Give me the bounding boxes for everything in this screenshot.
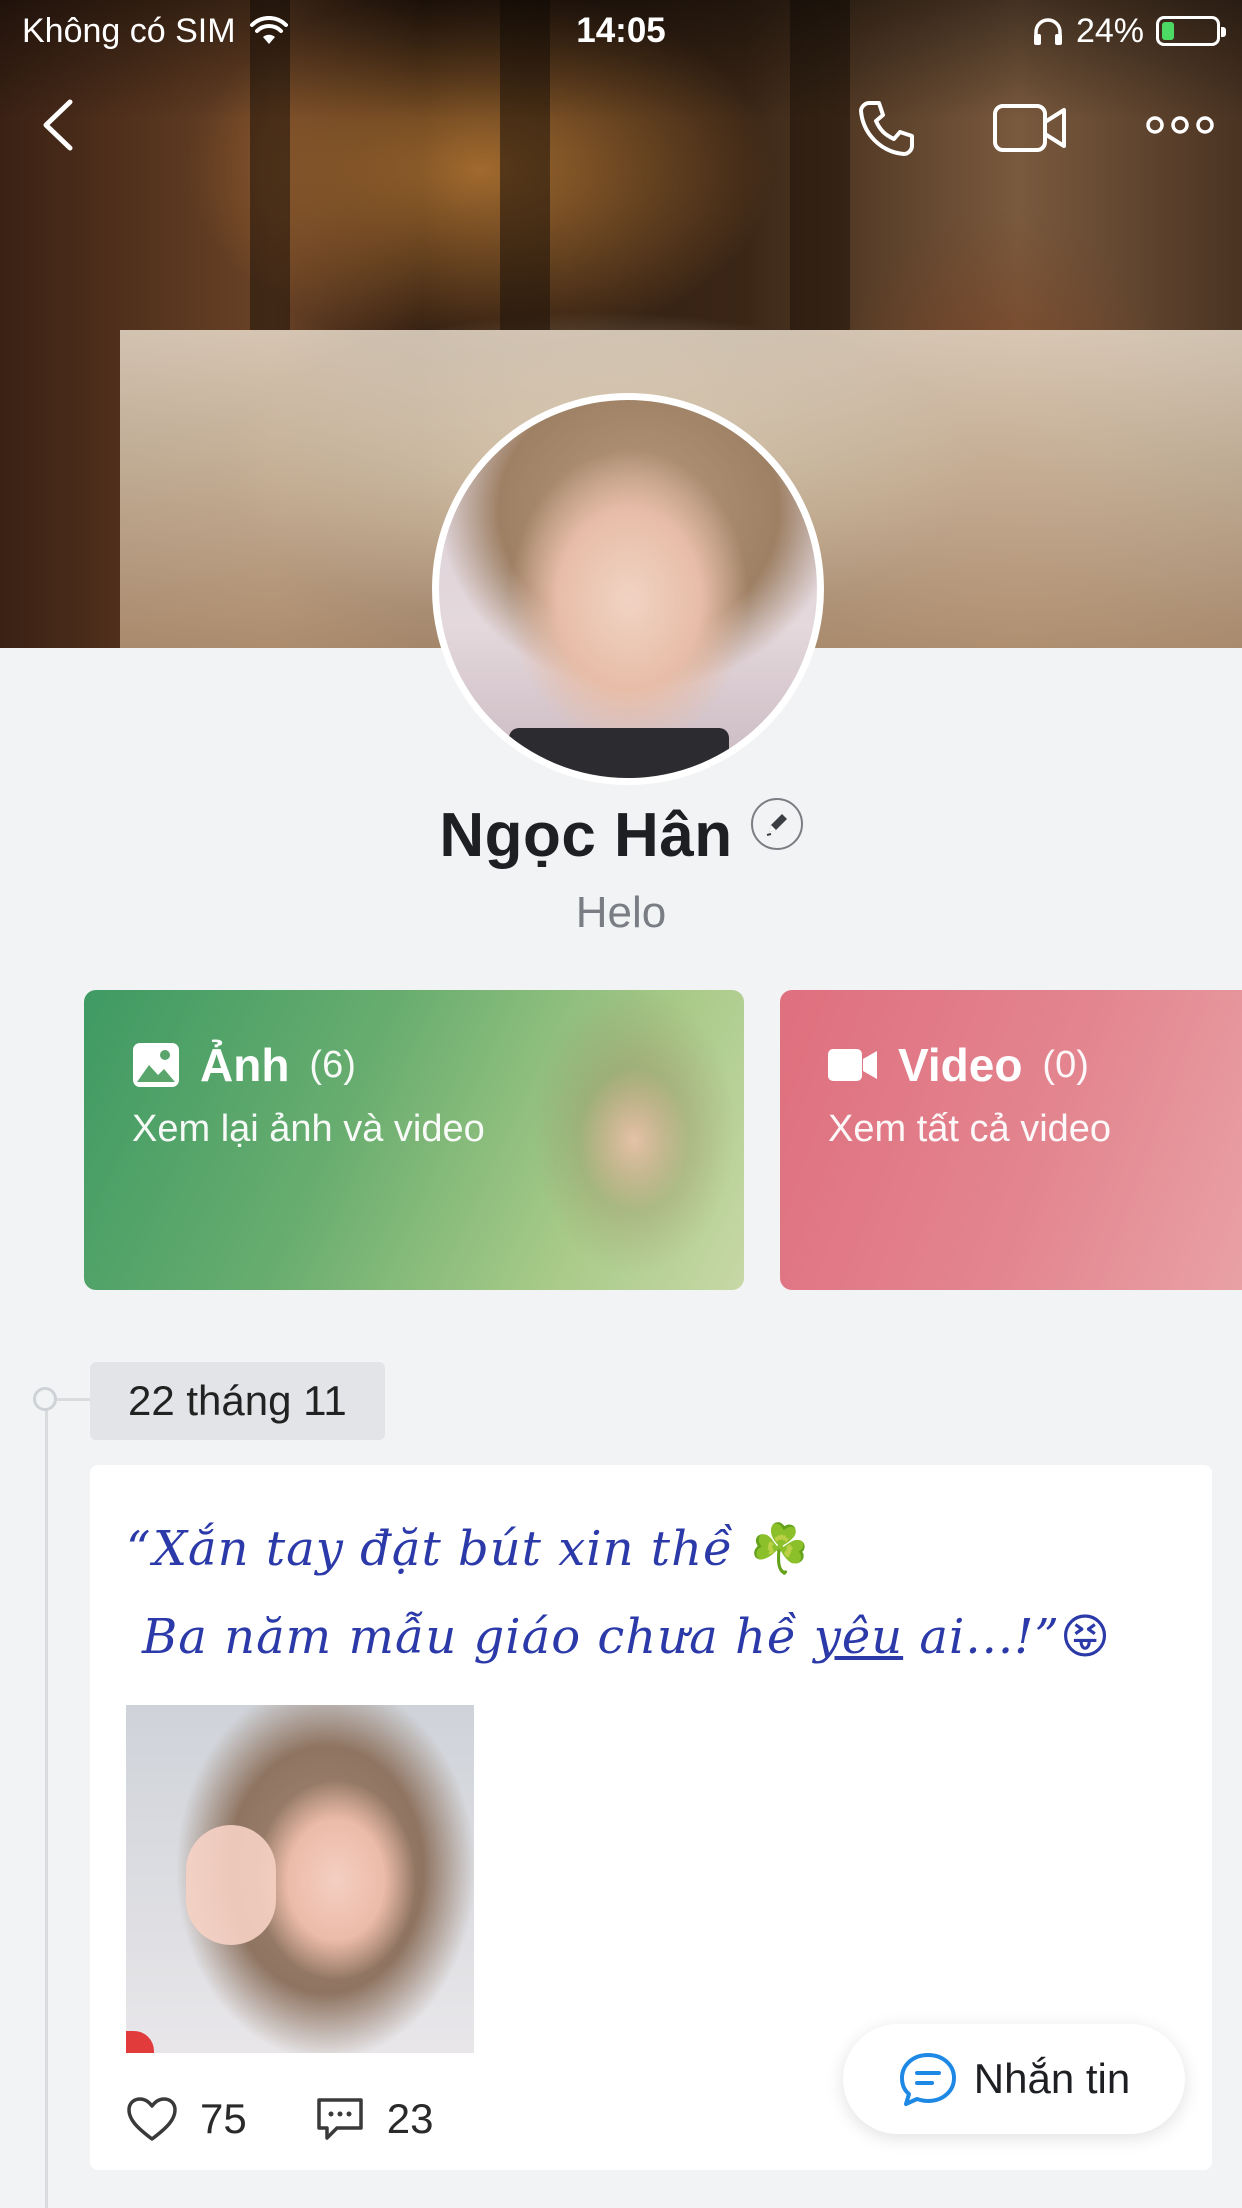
more-icon	[1146, 116, 1214, 134]
videos-card[interactable]: Video (0) Xem tất cả video	[780, 990, 1242, 1290]
post-photo-detail	[186, 1825, 276, 1945]
timeline-date: 22 tháng 11	[90, 1362, 385, 1440]
battery-icon	[1156, 16, 1226, 46]
chat-bubble-icon	[899, 2053, 956, 2106]
videos-label: Video	[898, 1039, 1023, 1091]
videos-count: (0)	[1042, 1043, 1089, 1086]
timeline-dot	[33, 1387, 57, 1411]
post-photo-detail	[126, 2031, 154, 2053]
avatar-detail	[509, 728, 729, 778]
avatar[interactable]	[432, 393, 824, 785]
videos-subtitle: Xem tất cả video	[828, 1108, 1112, 1150]
video-call-button[interactable]	[990, 92, 1070, 164]
video-icon	[828, 1049, 877, 1081]
photos-label: Ảnh	[200, 1039, 290, 1091]
heart-icon	[127, 2097, 177, 2141]
edit-name-button[interactable]	[750, 798, 803, 850]
status-bar: Không có SIM 14:05 24%	[0, 0, 1242, 62]
post-caption-underlined: yêu	[813, 1609, 904, 1665]
clock: 14:05	[576, 11, 666, 50]
post-reactions: 75 23	[126, 2095, 479, 2143]
more-button[interactable]	[1140, 100, 1220, 150]
post-photo[interactable]	[126, 1705, 474, 2053]
battery-fill	[1162, 22, 1175, 40]
back-icon	[43, 99, 73, 151]
photos-count: (6)	[309, 1043, 356, 1086]
post-caption-line: Ba năm mẫu giáo chưa hề yêu ai...!”😝	[126, 1593, 1182, 1681]
post-caption: “Xắn tay đặt bút xin thề ☘️ Ba năm mẫu g…	[126, 1505, 1182, 1681]
timeline-connector	[57, 1398, 91, 1401]
phone-icon	[859, 101, 914, 156]
photos-subtitle: Xem lại ảnh và video	[132, 1108, 485, 1150]
post-caption-text: Ba năm mẫu giáo chưa hề	[142, 1609, 814, 1665]
post-caption-line: “Xắn tay đặt bút xin thề ☘️	[126, 1505, 1182, 1593]
pencil-icon	[766, 814, 787, 836]
message-button-label: Nhắn tin	[973, 2055, 1131, 2102]
profile-status: Helo	[575, 888, 667, 937]
photos-card-thumbnail	[484, 990, 744, 1290]
profile-name-row: Ngọc Hân	[0, 790, 1242, 880]
like-count: 75	[200, 2095, 247, 2142]
post-caption-text: “Xắn tay đặt bút xin thề	[126, 1521, 750, 1577]
back-button[interactable]	[28, 95, 88, 155]
message-button[interactable]: Nhắn tin	[843, 2024, 1185, 2134]
post-caption-text: ai...!”	[903, 1609, 1060, 1665]
call-button[interactable]	[850, 92, 922, 164]
comment-count: 23	[386, 2095, 434, 2142]
squinting-tongue-emoji: 😝	[1059, 1609, 1112, 1665]
timeline-line	[45, 1395, 48, 2208]
comment-button[interactable]: 23	[315, 2095, 434, 2143]
photos-card[interactable]: Ảnh (6) Xem lại ảnh và video	[84, 990, 744, 1290]
image-icon	[133, 1043, 179, 1087]
comment-icon	[316, 2098, 363, 2140]
video-call-icon	[993, 104, 1066, 152]
shamrock-emoji: ☘️	[749, 1521, 811, 1577]
profile-name: Ngọc Hân	[439, 800, 733, 870]
like-button[interactable]: 75	[126, 2095, 247, 2143]
